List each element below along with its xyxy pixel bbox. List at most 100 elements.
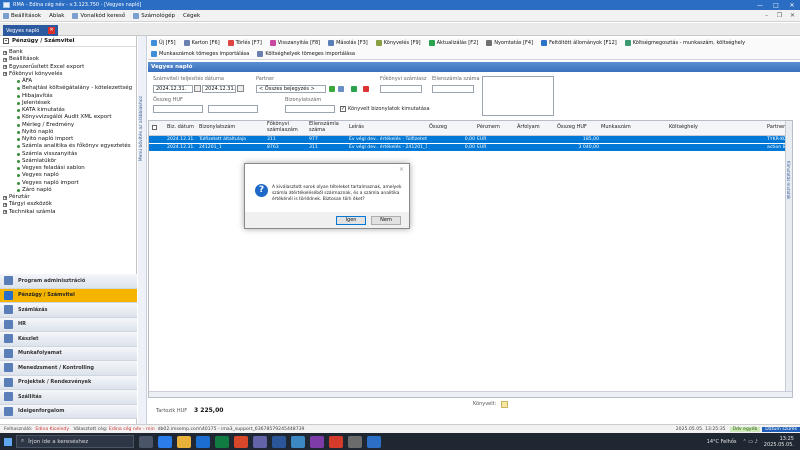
toolbar-button[interactable]: Költséghelyek tömeges importálása (257, 51, 355, 57)
column-header[interactable]: Biz. dátum (167, 124, 194, 131)
teams-icon[interactable] (253, 435, 267, 448)
tree-item[interactable]: Záró napló (3, 187, 136, 194)
menu-settings[interactable]: Beállítások (3, 12, 41, 19)
module-item[interactable]: Program adminisztráció (0, 274, 137, 289)
toolbar-button[interactable]: Könyvelés [F9] (375, 40, 421, 46)
menu-barcode[interactable]: Vonalkód kereső (72, 12, 125, 19)
ellenszamla-field[interactable] (432, 85, 474, 93)
refresh-icon[interactable] (351, 86, 357, 92)
module-item[interactable]: Pénzügy / Számvitel (0, 288, 137, 303)
column-header[interactable]: Összeg (429, 124, 447, 131)
column-header[interactable]: Pénznem (477, 124, 500, 131)
column-header[interactable]: Költséghely (669, 124, 698, 131)
date-from-field[interactable]: 2024.12.31. (153, 85, 193, 93)
menu-window[interactable]: Ablak (49, 13, 64, 19)
column-header[interactable]: Leírás (349, 124, 364, 131)
toolbar-button[interactable]: Aktualizálás [F2] (428, 40, 478, 46)
close-tab-icon[interactable]: ✕ (48, 27, 55, 34)
minimize-button[interactable]: — (752, 0, 768, 10)
dialog-close-icon[interactable]: × (399, 166, 404, 173)
calendar-icon[interactable] (237, 85, 244, 92)
tray-icons[interactable]: ⌃ ▭ ♪ (742, 439, 757, 445)
select-all-checkbox[interactable] (152, 125, 157, 130)
mdi-restore-icon[interactable]: ❐ (776, 12, 783, 19)
bizonylat-field[interactable] (285, 105, 335, 113)
module-item[interactable]: Menedzsment / Kontrolling (0, 361, 137, 376)
osszeg-to-field[interactable] (208, 105, 258, 113)
date-to-field[interactable]: 2024.12.31. (202, 85, 236, 93)
toolbar-button[interactable]: Nyomtatás [F4] (486, 40, 533, 46)
module-item[interactable]: Ideigenforgalom (0, 404, 137, 419)
tree-item[interactable]: Könyvvizsgálói Audit XML export (3, 114, 136, 121)
tree-item[interactable]: + Főkönyvi könyvelés (3, 71, 136, 78)
tree-item[interactable]: + Technikai számla (3, 209, 136, 216)
status-badge-date-filter[interactable]: Dátum szűrés (762, 426, 800, 432)
clear-filter-icon[interactable] (363, 86, 369, 92)
tree-item[interactable]: Mérleg / Eredmény (3, 122, 136, 129)
no-button[interactable]: Nem (371, 216, 401, 225)
tab-vegyes-naplo[interactable]: Vegyes napló ✕ (3, 25, 58, 36)
module-item[interactable]: Számlázás (0, 303, 137, 318)
word-icon[interactable] (272, 435, 286, 448)
tree-item[interactable]: Jelentések (3, 100, 136, 107)
module-item[interactable]: Szállítás (0, 390, 137, 405)
column-header[interactable]: Munkaszám (601, 124, 631, 131)
menu-companies[interactable]: Cégek (183, 13, 200, 19)
grid-side-strip[interactable]: Kimutatás mutatók (785, 121, 792, 397)
toolbar-button[interactable]: Feltöltött állományok [F12] (541, 40, 617, 46)
maximize-button[interactable]: □ (768, 0, 784, 10)
taskbar-search[interactable]: ⌕ Írjon ide a kereséshez (16, 435, 134, 448)
tree-item[interactable]: Hibajavítás (3, 93, 136, 100)
calendar-icon[interactable] (194, 85, 201, 92)
toolbar-button[interactable]: Törlés [F7] (227, 40, 262, 46)
close-window-button[interactable]: ✕ (784, 0, 800, 10)
edit-icon[interactable] (338, 86, 344, 92)
tree-item[interactable]: + Tárgyi eszközök (3, 201, 136, 208)
menu-calculator[interactable]: Számológép (133, 12, 175, 19)
file-explorer-icon[interactable] (177, 435, 191, 448)
module-item[interactable]: Munkafolyamat (0, 346, 137, 361)
toolbar-button[interactable]: Másolás [F3] (328, 40, 368, 46)
toolbar-button[interactable]: Munkaszámok tömeges importálása (151, 51, 249, 57)
mdi-minimize-icon[interactable]: – (763, 12, 770, 19)
collapse-icon[interactable]: – (3, 38, 9, 44)
edge-icon[interactable] (158, 435, 172, 448)
toolbar-button[interactable]: Visszanyitás [F8] (269, 40, 320, 46)
table-row[interactable]: 2024.12.31. 241201_1 8763 311 Év végi dev.. … (149, 143, 792, 151)
horizontal-scrollbar[interactable] (149, 391, 792, 397)
mail-icon[interactable] (196, 435, 210, 448)
partner-select[interactable]: < Összes bejegyzés > (256, 85, 326, 93)
toolbar-button[interactable]: Karton [F6] (183, 40, 220, 46)
acrobat-icon[interactable] (329, 435, 343, 448)
column-header[interactable]: Főkönyvi számlaszám (267, 121, 305, 133)
mdi-close-icon[interactable]: ✕ (789, 12, 796, 19)
task-view-icon[interactable] (139, 435, 153, 448)
osszeg-field[interactable] (153, 105, 203, 113)
viber-icon[interactable] (310, 435, 324, 448)
module-item[interactable]: Projektek / Rendezvények (0, 375, 137, 390)
tree-item[interactable]: + Egyszerűsített Excel export (3, 64, 136, 71)
konyvelt-checkbox[interactable]: ✓ (340, 106, 346, 112)
column-header[interactable]: Partner (767, 124, 785, 131)
app-icon[interactable] (291, 435, 305, 448)
tree-item[interactable]: + Beállítások (3, 56, 136, 63)
status-badge-green[interactable]: Üdv egyéb (729, 426, 761, 432)
clock[interactable]: 13:25 2025.05.05. (764, 436, 794, 448)
ima-app-icon[interactable] (367, 435, 381, 448)
tree-item[interactable]: Vegyes napló (3, 172, 136, 179)
fokonyvi-field[interactable] (380, 85, 422, 93)
toolbar-button[interactable]: Új [F5] (151, 40, 176, 46)
tree-item[interactable]: Számlatükör (3, 158, 136, 165)
tree-item[interactable]: Számla visszanyitás (3, 151, 136, 158)
notes-area[interactable] (482, 76, 554, 116)
tree-item[interactable]: Számla analitika és főkönyv egyeztetés (3, 143, 136, 150)
toolbar-button[interactable]: Költségmegosztás - munkaszám, költséghel… (624, 40, 745, 46)
column-header[interactable]: Bizonylatszám (199, 124, 235, 131)
weather-text[interactable]: 14°C Felhős (707, 439, 737, 445)
module-item[interactable]: Készlet (0, 332, 137, 347)
windows-start-button[interactable] (0, 433, 16, 450)
menu-extension-strip[interactable]: Menü bővítés az alábbiakhoz (138, 36, 147, 424)
settings-icon[interactable] (348, 435, 362, 448)
module-item[interactable]: HR (0, 317, 137, 332)
excel-icon[interactable] (215, 435, 229, 448)
